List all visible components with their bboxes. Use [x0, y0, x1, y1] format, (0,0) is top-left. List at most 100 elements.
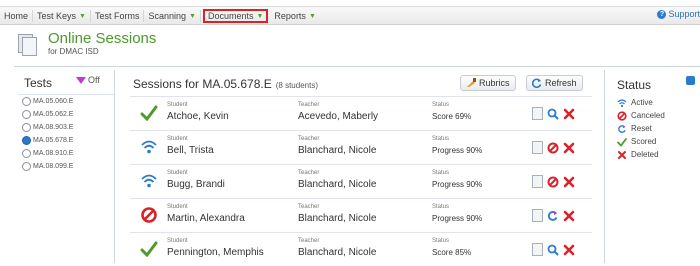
nav-test-forms[interactable]: Test Forms [91, 10, 145, 22]
sessions-table: Student Atchoe, Kevin Teacher Acevedo, M… [130, 96, 592, 266]
nav-documents[interactable]: Documents ▼ [202, 9, 269, 23]
top-nav-bar: Home Test Keys ▼ Test Forms Scanning ▼ Doc… [0, 6, 700, 25]
legend-item-reset: Reset [617, 122, 665, 135]
header-divider [14, 66, 700, 67]
legend-label: Reset [631, 124, 652, 133]
row-actions [532, 175, 579, 188]
student-label: Student [167, 102, 188, 108]
document-icon[interactable] [532, 175, 543, 188]
test-item[interactable]: MA.05.060.E [18, 95, 114, 108]
test-item[interactable]: MA.05.062.E [18, 108, 114, 121]
nav-reports-label: Reports [274, 11, 306, 21]
sessions-heading-text: Sessions for MA.05.678.E [133, 77, 272, 91]
row-actions [532, 107, 579, 120]
student-name: Martin, Alexandra [167, 213, 245, 224]
document-icon[interactable] [532, 243, 543, 256]
status-legend-panel: Status Active Canceled Reset Scored Dele… [604, 70, 700, 263]
teacher-label: Teacher [298, 136, 320, 142]
chevron-down-icon: ▼ [256, 12, 264, 20]
rubrics-button[interactable]: Rubrics [460, 75, 516, 91]
test-item-label: MA.08.910.E [33, 150, 74, 157]
refresh-icon [532, 78, 542, 88]
status-label: Status [432, 204, 450, 210]
wifi-icon [141, 174, 157, 188]
test-item[interactable]: MA.08.903.E [18, 121, 114, 134]
sessions-heading: Sessions for MA.05.678.E (8 students) [133, 77, 318, 91]
delete-x-icon[interactable] [563, 108, 575, 120]
status-value: Progress 90% [432, 214, 483, 223]
page-subtitle: for DMAC ISD [48, 47, 99, 56]
test-item-label: MA.05.060.E [33, 98, 74, 105]
reset-icon[interactable] [547, 210, 559, 222]
radio-button[interactable] [22, 123, 31, 132]
chevron-down-icon: ▼ [79, 12, 86, 20]
tests-title: Tests [24, 76, 53, 90]
delete-x-icon[interactable] [563, 210, 575, 222]
status-label: Status [432, 102, 450, 108]
test-item[interactable]: MA.08.910.E [18, 147, 114, 160]
radio-button[interactable] [22, 110, 31, 119]
check-icon [140, 105, 158, 122]
wifi-icon [617, 98, 627, 107]
test-item[interactable]: MA.08.099.E [18, 160, 114, 173]
help-icon: ? [657, 9, 667, 19]
student-count: (8 students) [275, 81, 318, 90]
check-icon [617, 137, 627, 147]
delete-x-icon[interactable] [563, 142, 575, 154]
teacher-label: Teacher [298, 170, 320, 176]
nav-test-keys[interactable]: Test Keys ▼ [33, 10, 91, 22]
main-nav: Home Test Keys ▼ Test Forms Scanning ▼ Doc… [0, 9, 320, 23]
delete-x-icon [618, 150, 626, 159]
nav-reports[interactable]: Reports ▼ [270, 10, 319, 22]
table-row: Student Bugg, Brandi Teacher Blanchard, … [130, 164, 592, 198]
refresh-button[interactable]: Refresh [526, 75, 583, 91]
teacher-label: Teacher [298, 204, 320, 210]
teacher-name: Blanchard, Nicole [298, 213, 377, 224]
magnifier-icon[interactable] [547, 244, 559, 256]
table-row: Student Martin, Alexandra Teacher Blanch… [130, 198, 592, 232]
radio-button[interactable] [22, 97, 31, 106]
legend-item-canceled: Canceled [617, 109, 665, 122]
status-label: Status [432, 136, 450, 142]
teacher-label: Teacher [298, 238, 320, 244]
table-row: Student Bell, Trista Teacher Blanchard, … [130, 130, 592, 164]
status-value: Score 69% [432, 112, 472, 121]
radio-button[interactable] [22, 162, 31, 171]
document-icon[interactable] [532, 141, 543, 154]
student-label: Student [167, 136, 188, 142]
magnifier-icon[interactable] [547, 108, 559, 120]
test-item-label: MA.05.062.E [33, 111, 74, 118]
teacher-name: Blanchard, Nicole [298, 145, 377, 156]
legend-label: Canceled [631, 111, 665, 120]
test-item-label: MA.08.099.E [33, 163, 74, 170]
cancel-icon [617, 110, 627, 121]
filter-icon [76, 76, 86, 84]
status-value: Progress 90% [432, 180, 483, 189]
radio-button-selected[interactable] [22, 136, 31, 145]
cancel-icon[interactable] [547, 176, 559, 188]
student-label: Student [167, 204, 188, 210]
status-filter-checkbox[interactable] [686, 76, 695, 85]
cancel-icon [141, 207, 157, 223]
student-name: Pennington, Memphis [167, 247, 264, 258]
status-label: Status [432, 170, 450, 176]
document-icon[interactable] [532, 107, 543, 120]
rubrics-label: Rubrics [479, 78, 510, 88]
teacher-name: Acevedo, Maberly [298, 111, 379, 122]
delete-x-icon[interactable] [563, 244, 575, 256]
support-link[interactable]: ? Support [657, 9, 700, 19]
test-item-selected[interactable]: MA.05.678.E [18, 134, 114, 147]
filter-toggle[interactable]: Off [76, 75, 100, 85]
cancel-icon[interactable] [547, 142, 559, 154]
reset-icon [618, 124, 626, 133]
rubrics-icon [467, 78, 476, 87]
nav-scanning[interactable]: Scanning ▼ [144, 10, 201, 22]
legend-label: Scored [631, 137, 657, 146]
status-value: Progress 90% [432, 146, 483, 155]
document-icon[interactable] [532, 209, 543, 222]
radio-button[interactable] [22, 149, 31, 158]
legend-label: Active [631, 98, 653, 107]
nav-documents-label: Documents [207, 11, 254, 21]
nav-home[interactable]: Home [0, 10, 34, 22]
delete-x-icon[interactable] [563, 176, 575, 188]
